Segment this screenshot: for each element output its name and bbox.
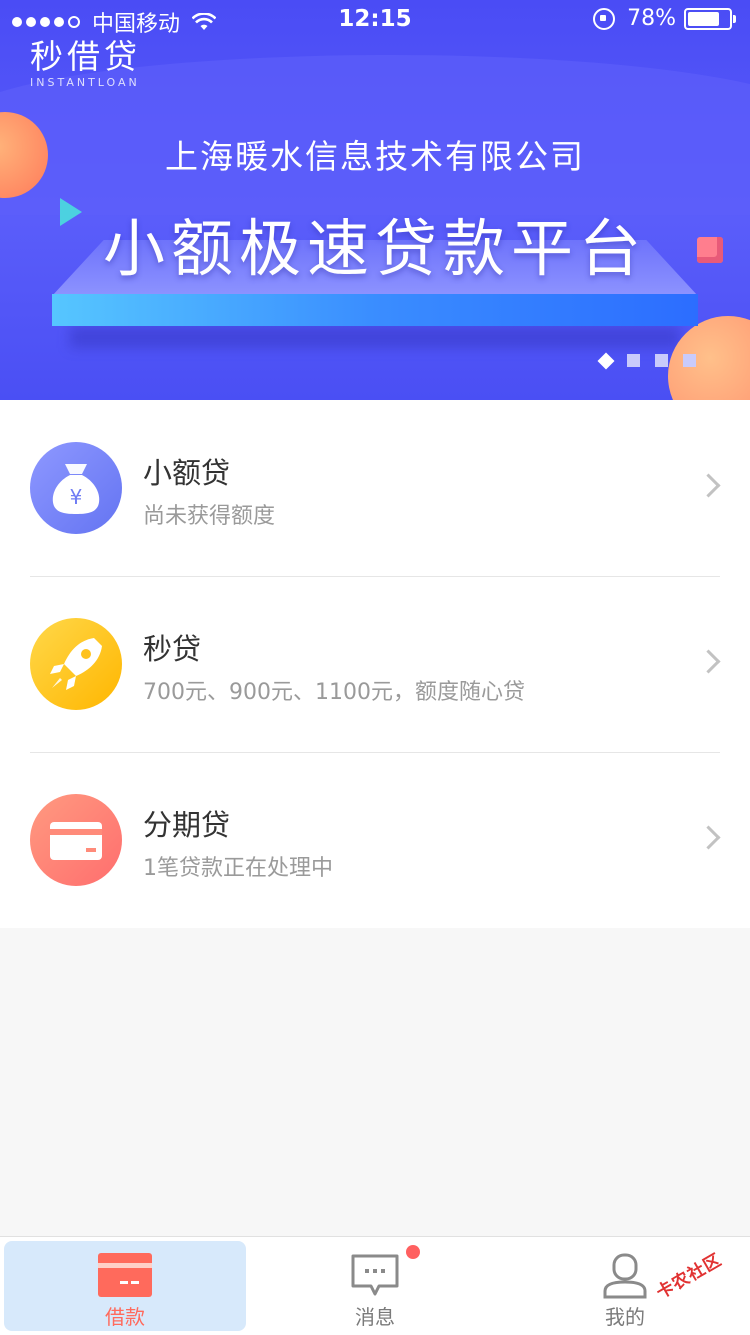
rotation-lock-icon bbox=[593, 7, 616, 30]
pager-dot[interactable] bbox=[627, 354, 640, 367]
banner-carousel[interactable]: 中国移动 12:15 78% 秒借贷 INSTANTLOAN 上海暖水信息技术有… bbox=[0, 0, 750, 400]
loan-title: 秒贷 bbox=[143, 632, 202, 666]
brand-name: 秒借贷 bbox=[30, 37, 141, 76]
money-bag-icon: ¥ bbox=[30, 442, 122, 534]
unread-badge bbox=[406, 1245, 420, 1259]
loan-subtitle: 尚未获得额度 bbox=[143, 504, 276, 529]
pager-dot[interactable] bbox=[655, 354, 668, 367]
battery-fill bbox=[688, 11, 719, 26]
message-icon bbox=[351, 1254, 399, 1296]
svg-text:¥: ¥ bbox=[70, 485, 83, 509]
platform-front bbox=[52, 294, 698, 326]
battery-percent: 78% bbox=[627, 6, 676, 31]
brand-subtitle: INSTANTLOAN bbox=[30, 76, 140, 89]
chevron-right-icon bbox=[696, 649, 721, 674]
chevron-right-icon bbox=[696, 825, 721, 850]
chevron-right-icon bbox=[696, 473, 721, 498]
carousel-pager[interactable] bbox=[597, 352, 711, 369]
status-right: 78% bbox=[593, 6, 736, 31]
pager-dot-active[interactable] bbox=[597, 352, 615, 369]
banner-company: 上海暖水信息技术有限公司 bbox=[165, 137, 585, 176]
card-icon bbox=[98, 1253, 152, 1297]
tab-loan[interactable]: 借款 bbox=[4, 1241, 246, 1331]
loan-subtitle: 700元、900元、1100元，额度随心贷 bbox=[143, 680, 525, 705]
card-icon bbox=[30, 794, 122, 886]
loan-item-instant[interactable]: 秒贷 700元、900元、1100元，额度随心贷 bbox=[0, 576, 750, 752]
tab-label: 我的 bbox=[605, 1305, 645, 1329]
battery-icon bbox=[684, 7, 736, 30]
tab-label: 借款 bbox=[105, 1305, 145, 1329]
loan-item-installment[interactable]: 分期贷 1笔贷款正在处理中 bbox=[0, 752, 750, 928]
loan-title: 小额贷 bbox=[143, 456, 231, 490]
rocket-icon bbox=[30, 618, 122, 710]
user-icon bbox=[603, 1253, 647, 1299]
tab-messages[interactable]: 消息 bbox=[254, 1241, 496, 1331]
banner-slogan: 小额极速贷款平台 bbox=[102, 212, 647, 285]
loan-title: 分期贷 bbox=[143, 808, 231, 842]
tab-bar: 借款 消息 我的 bbox=[0, 1236, 750, 1335]
pager-dot[interactable] bbox=[683, 354, 696, 367]
loan-subtitle: 1笔贷款正在处理中 bbox=[143, 856, 333, 881]
loan-list: ¥ 小额贷 尚未获得额度 秒贷 700元、900元、1100元，额度随心贷 分期… bbox=[0, 400, 750, 928]
tab-label: 消息 bbox=[355, 1305, 395, 1329]
loan-item-small[interactable]: ¥ 小额贷 尚未获得额度 bbox=[0, 400, 750, 576]
platform-shadow bbox=[70, 326, 680, 348]
brand-logo: 秒借贷 INSTANTLOAN bbox=[30, 30, 141, 89]
